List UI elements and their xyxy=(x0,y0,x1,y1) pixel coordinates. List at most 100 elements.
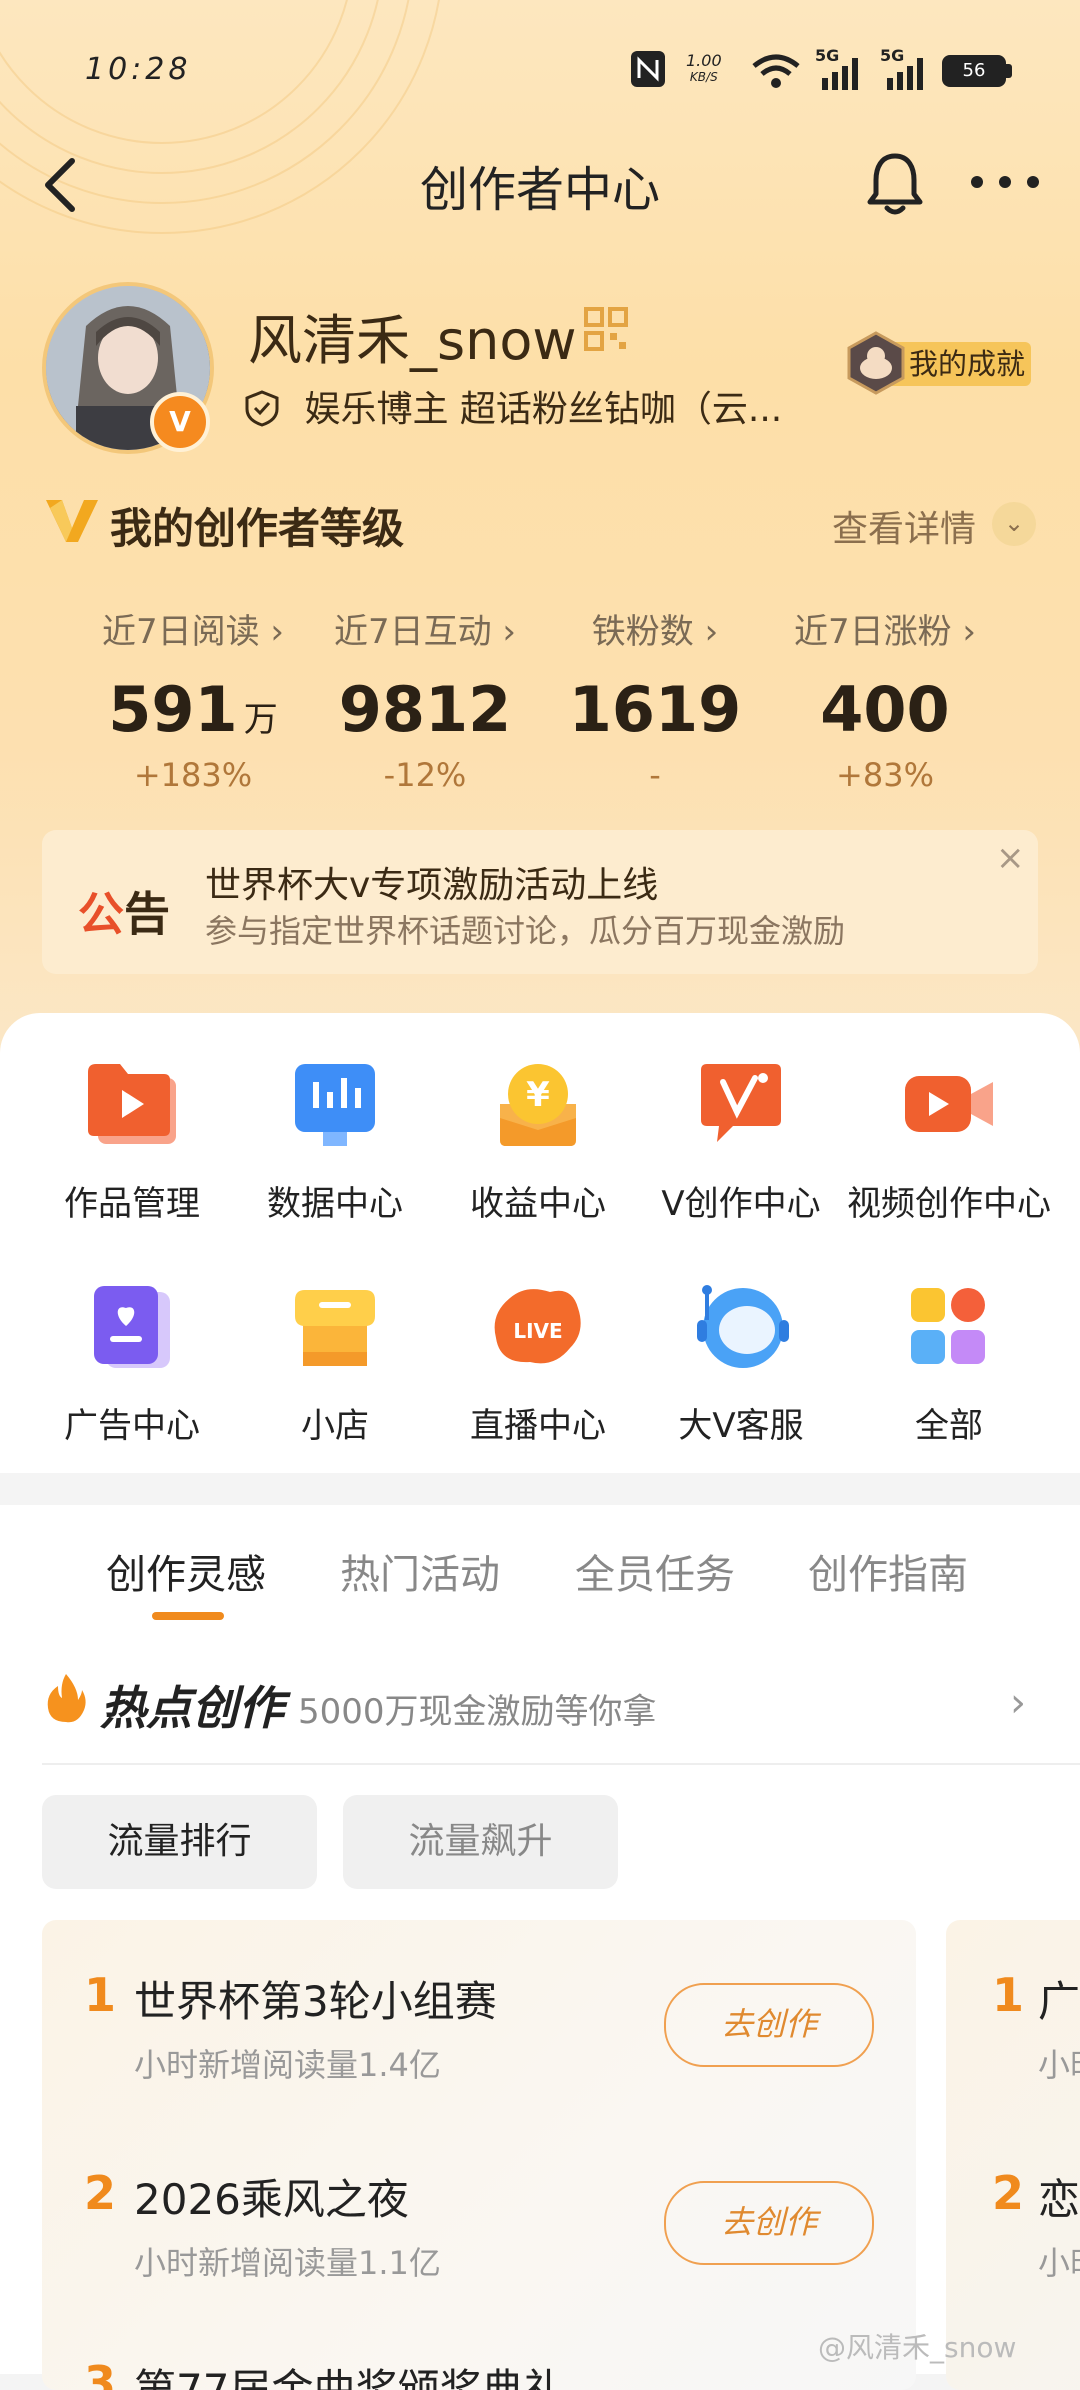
rank-title[interactable]: 2026乘风之夜 xyxy=(134,2166,409,2227)
rank-title[interactable]: 广 xyxy=(1038,1968,1080,2029)
tool-ad-center[interactable]: 广告中心 xyxy=(27,1282,237,1447)
close-icon[interactable]: × xyxy=(996,838,1025,878)
tab-all-member-tasks[interactable]: 全员任务 xyxy=(575,1542,735,1600)
battery-icon: 56 xyxy=(942,55,1006,87)
battery-tip xyxy=(1006,64,1012,78)
tab-creation-guide[interactable]: 创作指南 xyxy=(808,1542,968,1600)
status-time: 10:28 xyxy=(85,52,192,87)
watermark: @风清禾_snow xyxy=(818,2331,1017,2364)
rank-subtitle: 小时 xyxy=(1038,2244,1080,2282)
stat-value: 9812 xyxy=(338,673,512,746)
chevron-right-icon[interactable]: › xyxy=(1010,1680,1026,1726)
tool-label: 收益中心 xyxy=(470,1184,606,1224)
view-details-link[interactable]: 查看详情 xyxy=(832,500,976,552)
stat-interact-7d[interactable]: 近7日互动 › 9812 -12% xyxy=(305,604,545,794)
go-create-button[interactable]: 去创作 xyxy=(664,1983,874,2067)
divider xyxy=(42,1763,1080,1765)
flame-icon xyxy=(47,1674,86,1723)
tool-shop[interactable]: 小店 xyxy=(230,1282,440,1447)
grid-icon xyxy=(911,1288,985,1364)
rank-number: 2 xyxy=(84,2166,117,2220)
video-camera-icon xyxy=(905,1076,993,1132)
chip-traffic-ranking[interactable]: 流量排行 xyxy=(42,1795,317,1889)
stat-value: 591 万 xyxy=(108,673,278,746)
stat-fans-gain-7d[interactable]: 近7日涨粉 › 400 +83% xyxy=(765,604,1005,794)
signal-icon xyxy=(822,58,858,90)
stat-label: 近7日涨粉 › xyxy=(793,612,977,652)
stat-read-7d[interactable]: 近7日阅读 › 591 万 +183% xyxy=(73,604,313,794)
creator-level-v-icon xyxy=(46,500,98,542)
nfc-icon xyxy=(631,51,665,87)
tool-label: 全部 xyxy=(915,1406,983,1446)
wifi-icon xyxy=(752,54,800,88)
v-chat-icon xyxy=(701,1064,781,1142)
rank-subtitle: 小时新增阅读量1.1亿 xyxy=(134,2244,441,2282)
rank-number: 1 xyxy=(84,1968,117,2022)
stat-label: 近7日阅读 › xyxy=(101,612,285,652)
chevron-down-icon[interactable]: ⌄ xyxy=(992,502,1036,546)
tool-label: 数据中心 xyxy=(267,1184,403,1224)
creator-level-title: 我的创作者等级 xyxy=(110,504,405,553)
shield-icon xyxy=(245,390,279,427)
data-chart-icon xyxy=(295,1064,375,1146)
heart-card-icon xyxy=(94,1286,170,1368)
rank-number: 1 xyxy=(992,1968,1025,2022)
status-bar: 10:28 1.00 KB/S 5G 5G 56 xyxy=(0,0,1080,140)
rank-title[interactable]: 世界杯第3轮小组赛 xyxy=(134,1968,497,2029)
verification-row[interactable]: 娱乐博主 超话粉丝钻咖（云... xyxy=(243,380,782,432)
chip-traffic-rising[interactable]: 流量飙升 xyxy=(343,1795,618,1889)
username: 风清禾_snow xyxy=(248,309,577,372)
stat-value: 1619 xyxy=(568,673,742,746)
rank-subtitle: 小时 xyxy=(1038,2046,1080,2084)
notice-title: 世界杯大v专项激励活动上线 xyxy=(205,865,659,906)
achievement-button[interactable]: 我的成就 xyxy=(843,330,1033,396)
ranking-card-next: 1 广 小时 2 恋 小时 xyxy=(946,1920,1080,2390)
tool-data-center[interactable]: 数据中心 xyxy=(230,1060,440,1225)
achievement-medal-icon xyxy=(847,331,905,395)
tool-revenue-center[interactable]: ¥ 收益中心 xyxy=(433,1060,643,1225)
stat-change: +83% xyxy=(836,756,934,794)
tool-label: 视频创作中心 xyxy=(847,1184,1051,1224)
rank-number: 3 xyxy=(84,2356,117,2390)
stat-change: - xyxy=(649,756,661,794)
stat-change: +183% xyxy=(133,756,253,794)
stat-change: -12% xyxy=(383,756,467,794)
stat-value: 400 xyxy=(820,673,950,746)
tool-all[interactable]: 全部 xyxy=(844,1282,1054,1447)
stat-iron-fans[interactable]: 铁粉数 › 1619 - xyxy=(535,604,775,794)
notice-subtitle: 参与指定世界杯话题讨论，瓜分百万现金激励 xyxy=(205,912,846,950)
signal-icon xyxy=(887,58,923,90)
tab-hot-activities[interactable]: 热门活动 xyxy=(340,1542,500,1600)
tool-label: 直播中心 xyxy=(470,1406,606,1446)
shop-icon xyxy=(295,1290,375,1366)
tool-customer-service[interactable]: 大V客服 xyxy=(636,1282,846,1447)
service-robot-icon xyxy=(697,1285,789,1368)
tool-label: 大V客服 xyxy=(678,1406,804,1446)
hot-creation-subtitle: 5000万现金激励等你拿 xyxy=(298,1692,657,1732)
tab-creation-inspiration[interactable]: 创作灵感 xyxy=(106,1542,266,1600)
go-create-button[interactable]: 去创作 xyxy=(664,2181,874,2265)
tool-video-creation-center[interactable]: 视频创作中心 xyxy=(844,1060,1054,1225)
verified-badge: V xyxy=(150,392,210,452)
yuan-coin-icon: ¥ xyxy=(500,1064,576,1146)
tool-label: V创作中心 xyxy=(661,1184,821,1224)
live-icon: LIVE xyxy=(494,1289,581,1364)
ranking-card: 1 世界杯第3轮小组赛 小时新增阅读量1.4亿 去创作 2 2026乘风之夜 小… xyxy=(42,1920,916,2390)
tool-v-creation-center[interactable]: V创作中心 xyxy=(636,1060,846,1225)
bell-icon[interactable] xyxy=(860,148,930,218)
tool-works-management[interactable]: 作品管理 xyxy=(27,1060,237,1225)
svg-text:LIVE: LIVE xyxy=(513,1319,562,1343)
rank-subtitle: 小时新增阅读量1.4亿 xyxy=(134,2046,441,2084)
more-icon[interactable] xyxy=(965,158,1045,208)
tab-indicator xyxy=(152,1612,224,1620)
play-folder-icon xyxy=(88,1064,176,1144)
tool-live-center[interactable]: LIVE 直播中心 xyxy=(433,1282,643,1447)
rank-title[interactable]: 恋 xyxy=(1038,2166,1080,2227)
stat-label: 铁粉数 › xyxy=(591,612,719,652)
hot-creation-title: 热点创作 xyxy=(100,1681,284,1735)
tool-label: 作品管理 xyxy=(64,1184,200,1224)
qr-code-icon[interactable] xyxy=(582,305,630,353)
rank-title[interactable]: 第77届金曲奖颁奖典礼 xyxy=(134,2356,565,2390)
notice-tag: 公告 xyxy=(78,887,170,941)
rank-number: 2 xyxy=(992,2166,1025,2220)
